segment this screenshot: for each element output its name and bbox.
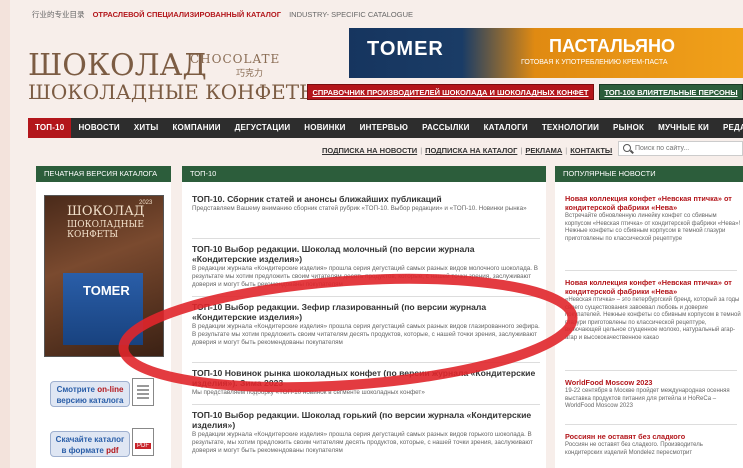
page: 行业的专业目录 ОТРАСЛЕВОЙ СПЕЦИАЛИЗИРОВАННЫЙ КА… bbox=[10, 0, 743, 468]
highlight-ring bbox=[118, 273, 578, 393]
highlight-ellipse bbox=[118, 273, 578, 393]
